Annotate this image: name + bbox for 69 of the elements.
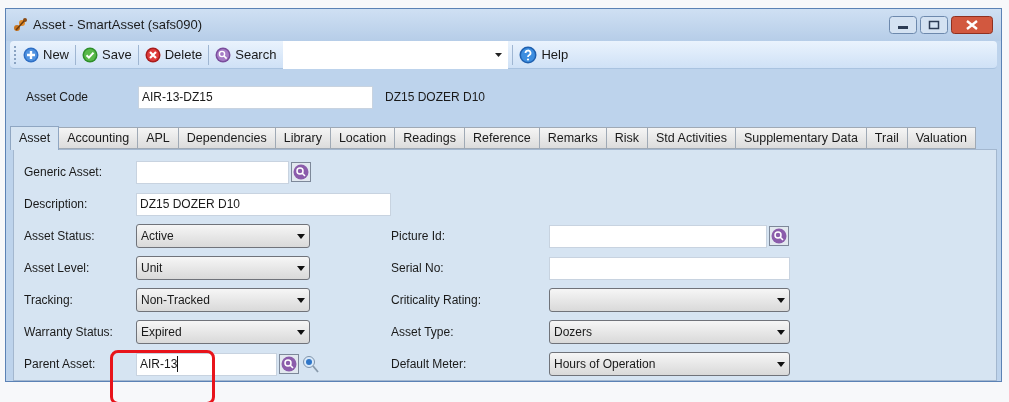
field-label: Generic Asset:	[24, 164, 104, 181]
dropdown[interactable]: Expired	[136, 320, 310, 344]
dropdown-arrow-icon	[297, 329, 305, 335]
minimize-icon[interactable]	[889, 16, 917, 34]
tab[interactable]: Supplementary Data	[734, 127, 867, 149]
field-label: Description:	[24, 196, 89, 213]
asset-code-field[interactable]: AIR-13-DZ15	[138, 85, 373, 109]
help-icon	[519, 45, 538, 64]
dropdown[interactable]: Active	[136, 224, 310, 248]
field-label: Asset Type:	[391, 324, 455, 341]
field-label: Parent Asset:	[24, 356, 97, 373]
magnifier-plus-icon[interactable]	[301, 354, 319, 374]
tab[interactable]: Valuation	[906, 127, 976, 149]
delete-button[interactable]: Delete	[141, 43, 206, 66]
field-label: Asset Level:	[24, 260, 91, 277]
text-field[interactable]	[136, 160, 289, 184]
tab[interactable]: Risk	[605, 127, 648, 149]
asset-description-text: DZ15 DOZER D10	[385, 89, 486, 106]
tab[interactable]: Location	[329, 127, 396, 149]
tab[interactable]: Remarks	[538, 127, 607, 149]
field-label: Picture Id:	[391, 228, 447, 245]
field-label: Criticality Rating:	[391, 292, 483, 309]
search-icon[interactable]	[769, 226, 789, 246]
tab[interactable]: Accounting	[58, 127, 139, 149]
search-icon[interactable]	[279, 354, 299, 374]
tab[interactable]: APL	[137, 127, 179, 149]
tab[interactable]: Dependencies	[177, 127, 276, 149]
text-field[interactable]: DZ15 DOZER D10	[136, 192, 391, 216]
dropdown-arrow-icon	[777, 329, 785, 335]
dropdown[interactable]: Unit	[136, 256, 310, 280]
tab[interactable]: Reference	[464, 127, 540, 149]
help-button[interactable]: Help	[517, 44, 571, 65]
save-button[interactable]: Save	[79, 43, 135, 66]
tab[interactable]: Trail	[865, 127, 908, 149]
text-field[interactable]	[549, 256, 790, 280]
dropdown[interactable]	[549, 288, 790, 312]
maximize-icon[interactable]	[920, 16, 948, 34]
search-button[interactable]: Search	[212, 43, 280, 66]
delete-icon	[144, 46, 161, 63]
dropdown[interactable]: Non-Tracked	[136, 288, 310, 312]
search-icon[interactable]	[291, 162, 311, 182]
field-label: Asset Code	[26, 89, 90, 106]
text-cursor	[177, 356, 179, 372]
plus-icon	[23, 46, 39, 63]
dropdown-arrow-icon	[777, 361, 785, 367]
field-label: Warranty Status:	[24, 324, 114, 341]
window-title: Asset - SmartAsset (safs090)	[33, 16, 203, 35]
dropdown-arrow-icon	[777, 297, 785, 303]
tab[interactable]: Readings	[394, 127, 465, 149]
dropdown-arrow-icon	[495, 52, 503, 57]
new-button[interactable]: New	[20, 43, 72, 66]
dropdown-arrow-icon	[297, 297, 305, 303]
tab[interactable]: Asset	[10, 126, 60, 150]
text-field[interactable]	[549, 224, 767, 248]
field-label: Serial No:	[391, 260, 445, 277]
checkmark-icon	[82, 46, 98, 63]
text-field[interactable]: AIR-13	[136, 352, 277, 376]
field-label: Asset Status:	[24, 228, 96, 245]
close-icon[interactable]	[951, 16, 993, 34]
tab[interactable]: Library	[274, 127, 331, 149]
app-icon	[12, 17, 28, 33]
dropdown[interactable]: Hours of Operation	[549, 352, 790, 376]
field-label: Tracking:	[24, 292, 74, 309]
dropdown-arrow-icon	[297, 233, 305, 239]
tab[interactable]: Std Activities	[647, 127, 736, 149]
dropdown-arrow-icon	[297, 265, 305, 271]
dropdown[interactable]: Dozers	[549, 320, 790, 344]
search-icon	[215, 46, 232, 63]
field-label: Default Meter:	[391, 356, 468, 373]
